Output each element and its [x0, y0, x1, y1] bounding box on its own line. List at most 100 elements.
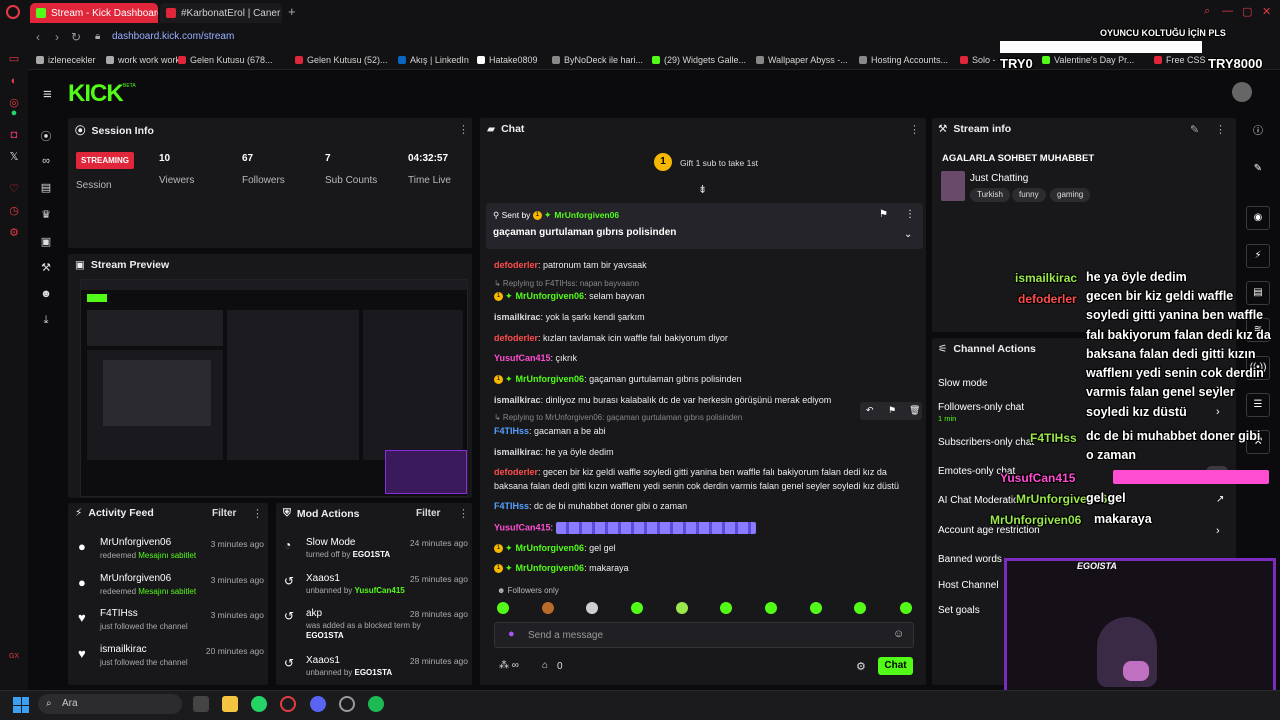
taskbar-search[interactable]: ⌕ Ara	[38, 694, 182, 714]
wrench-icon[interactable]: ⚒	[38, 261, 54, 274]
mod-action-by[interactable]: EGO1STA	[353, 550, 391, 559]
emote-icon[interactable]	[542, 602, 554, 614]
bookmark-item[interactable]: Solo -	[960, 55, 996, 65]
chat-menu-icon[interactable]: ⋮	[909, 123, 920, 136]
channel-action-item[interactable]: Slow mode	[938, 378, 987, 389]
new-tab-icon[interactable]: +	[288, 4, 296, 19]
link-icon[interactable]: ∞	[38, 155, 54, 167]
camera-icon[interactable]: ◉	[1246, 206, 1270, 230]
points-icon[interactable]: ⁂ ∞	[499, 660, 519, 671]
download-icon[interactable]: ⤓	[38, 314, 54, 327]
tab-kick-dashboard[interactable]: Stream - Kick Dashboard	[30, 3, 158, 23]
pencil-icon[interactable]: ✎	[1246, 158, 1270, 182]
channel-action-item[interactable]: Host Channel	[938, 580, 999, 591]
activity-username[interactable]: F4TIHss	[100, 608, 138, 619]
bookmark-item[interactable]: ByNoDeck ile hari...	[552, 55, 643, 65]
search-tabs-icon[interactable]: ⌕	[1204, 5, 1210, 18]
aria-icon[interactable]: ◐	[7, 74, 21, 88]
tag-gaming[interactable]: gaming	[1050, 188, 1091, 202]
url-field[interactable]: dashboard.kick.com/stream	[112, 31, 234, 42]
emote-icon[interactable]	[900, 602, 912, 614]
speed-dial-icon[interactable]: ▭	[7, 52, 21, 66]
chat-username[interactable]: defoderler	[494, 467, 538, 477]
chat-send-button[interactable]: Chat	[878, 657, 913, 675]
chat-username[interactable]: MrUnforgiven06	[516, 543, 585, 553]
analytics-icon[interactable]: ▤	[38, 181, 54, 194]
emote-icon[interactable]	[765, 602, 777, 614]
mod-action-name[interactable]: Xaaos1	[306, 573, 340, 584]
channel-action-item[interactable]: Set goals	[938, 605, 980, 616]
close-window-icon[interactable]: ✕	[1262, 5, 1271, 18]
bookmark-item[interactable]: izlenecekler	[36, 55, 96, 65]
chat-username[interactable]: YusufCan415	[494, 522, 551, 532]
windows-start-icon[interactable]	[13, 697, 29, 713]
activity-menu-icon[interactable]: ⋮	[252, 507, 263, 520]
scroll-chevron-icon[interactable]: ⇟	[698, 183, 707, 196]
emote-icon[interactable]	[720, 602, 732, 614]
pinned-menu-icon[interactable]: ⋮	[905, 209, 915, 220]
settings-icon[interactable]: ⚙	[7, 226, 21, 240]
category-name[interactable]: Just Chatting	[970, 173, 1028, 184]
mic-icon[interactable]: ●	[508, 628, 515, 640]
chat-username[interactable]: ismailkirac	[494, 447, 541, 457]
forward-icon[interactable]: ›	[55, 30, 59, 44]
activity-username[interactable]: ismailkirac	[100, 644, 147, 655]
pin-message-icon[interactable]: ⚑	[888, 405, 896, 416]
history-icon[interactable]: ◷	[7, 204, 21, 218]
activity-filter-button[interactable]: Filter	[212, 508, 236, 519]
discord-icon[interactable]	[310, 696, 326, 712]
kick-logo[interactable]: KICK	[68, 80, 124, 108]
bookmark-item[interactable]: Valentine's Day Pr...	[1042, 55, 1134, 65]
whatsapp-taskbar-icon[interactable]	[251, 696, 267, 712]
minimize-icon[interactable]: —	[1222, 5, 1233, 17]
delete-icon[interactable]: 🗑︎	[909, 405, 920, 416]
reload-icon[interactable]: ↻	[71, 30, 81, 44]
unpin-icon[interactable]: ⚑	[879, 209, 888, 220]
instagram-icon[interactable]: ◘	[7, 128, 21, 142]
bookmark-item[interactable]: Gelen Kutusu (678...	[178, 55, 273, 65]
users-icon[interactable]: ☻	[38, 288, 54, 300]
chat-username[interactable]: F4TIHss	[494, 426, 529, 436]
channel-action-item[interactable]: Followers-only chat	[938, 402, 1024, 413]
chat-username[interactable]: MrUnforgiven06	[516, 374, 585, 384]
expand-chevron-icon[interactable]: ⌄	[904, 229, 912, 240]
stream-info-menu-icon[interactable]: ⋮	[1215, 123, 1226, 136]
tag-turkish[interactable]: Turkish	[970, 188, 1010, 202]
chat-username[interactable]: ismailkirac	[494, 395, 541, 405]
chat-username[interactable]: MrUnforgiven06	[516, 563, 585, 573]
opera-taskbar-icon[interactable]	[280, 696, 296, 712]
whatsapp-icon[interactable]: ●	[7, 106, 21, 120]
file-explorer-icon[interactable]	[222, 696, 238, 712]
bookmark-item[interactable]: work work work	[106, 55, 180, 65]
broadcast-icon[interactable]: ⦿	[38, 128, 54, 144]
activity-username[interactable]: MrUnforgiven06	[100, 537, 171, 548]
channel-action-item[interactable]: Subscribers-only chat	[938, 437, 1034, 448]
bookmark-item[interactable]: Free CSS	[1154, 55, 1206, 65]
chat-settings-icon[interactable]: ⚙	[856, 660, 866, 673]
flash-icon[interactable]: ⚡︎	[1246, 244, 1270, 268]
emote-icon[interactable]	[631, 602, 643, 614]
chat-username[interactable]: defoderler	[494, 260, 538, 270]
trophy-icon[interactable]: ♛	[38, 208, 54, 221]
info-icon[interactable]: ⓘ	[1246, 121, 1270, 145]
chat-username[interactable]: MrUnforgiven06	[516, 291, 585, 301]
channel-action-item[interactable]: AI Chat Moderation	[938, 495, 1024, 506]
tab-karbonaterol[interactable]: #KarbonatErol | Caner Eri	[160, 3, 282, 23]
bookmark-item[interactable]: (29) Widgets Galle...	[652, 55, 746, 65]
mod-filter-button[interactable]: Filter	[416, 508, 440, 519]
emoji-icon[interactable]: ☺	[893, 628, 904, 640]
chat-input[interactable]: ● Send a message ☺	[494, 622, 914, 648]
menu-icon[interactable]: ≡	[43, 86, 52, 103]
tag-funny[interactable]: funny	[1012, 188, 1046, 202]
reply-icon[interactable]: ↶	[866, 405, 874, 416]
bookmark-item[interactable]: Wallpaper Abyss -...	[756, 55, 848, 65]
media-icon[interactable]: ▣	[38, 235, 54, 248]
chat-username[interactable]: F4TIHss	[494, 501, 529, 511]
back-icon[interactable]: ‹	[36, 30, 40, 44]
chat-username[interactable]: YusufCan415	[494, 353, 551, 363]
channel-action-item[interactable]: Banned words	[938, 554, 1002, 565]
category-thumbnail[interactable]	[941, 171, 965, 201]
bookmark-item[interactable]: Hatake0809	[477, 55, 538, 65]
mod-action-name[interactable]: Slow Mode	[306, 537, 355, 548]
maximize-icon[interactable]: ▢	[1242, 5, 1252, 18]
